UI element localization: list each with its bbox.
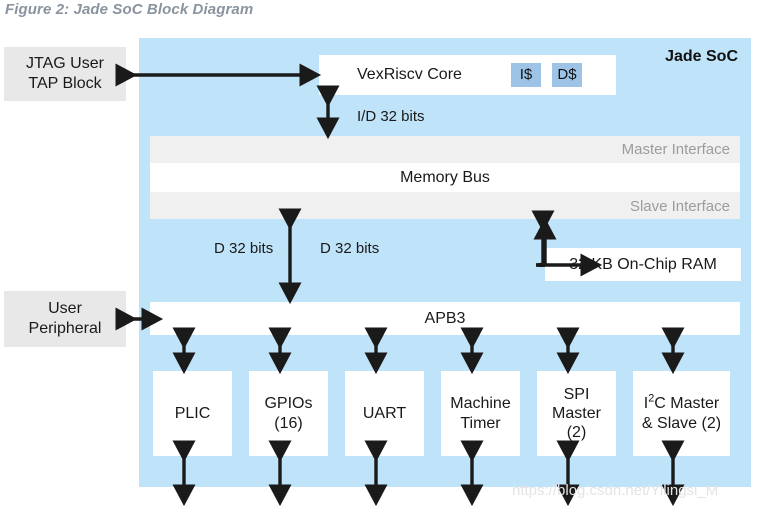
spi-line-1: SPI	[563, 385, 590, 403]
jtag-line-2: TAP Block	[28, 75, 102, 92]
machine-timer-line-2: Timer	[460, 414, 501, 432]
block-apb3: APB3	[150, 302, 740, 335]
soc-title-label: Jade SoC	[665, 48, 738, 65]
label-bus-to-apb3: D 32 bits	[214, 240, 274, 257]
block-uart: UART	[345, 371, 424, 456]
i2c-line-1: I2C Master	[643, 392, 720, 413]
bus-slave-interface-label: Slave Interface	[629, 198, 730, 215]
block-onchip-ram: 32 KB On-Chip RAM	[545, 248, 741, 281]
block-machine-timer: Machine Timer	[441, 371, 520, 456]
plic-line-1: PLIC	[174, 404, 211, 422]
block-vexriscv-core: VexRiscv Core I$ D$	[319, 55, 616, 95]
soc-container: Jade SoC VexRiscv Core I$ D$ Master Inte…	[139, 38, 751, 487]
dcache-box: D$	[552, 63, 582, 87]
label-core-to-bus: I/D 32 bits	[357, 108, 425, 125]
block-user-peripheral: User Peripheral	[4, 291, 126, 347]
spi-line-3: (2)	[566, 424, 587, 442]
figure-canvas: Figure 2: Jade SoC Block Diagram JTAG Us…	[0, 0, 766, 511]
watermark-text: https://blog.csdn.net/Yilingsi_M	[512, 482, 719, 499]
bus-center-label: Memory Bus	[150, 163, 740, 192]
block-spi-master: SPI Master (2)	[537, 371, 616, 456]
block-jtag-user-tap: JTAG User TAP Block	[4, 47, 126, 101]
core-label: VexRiscv Core	[357, 66, 462, 84]
block-memory-bus: Master Interface Memory Bus Slave Interf…	[150, 136, 740, 219]
icache-box: I$	[511, 63, 541, 87]
user-peripheral-line-2: Peripheral	[28, 320, 102, 337]
figure-title: Figure 2: Jade SoC Block Diagram	[5, 1, 254, 18]
user-peripheral-line-1: User	[48, 300, 82, 317]
uart-line-1: UART	[362, 404, 407, 422]
gpios-line-1: GPIOs	[264, 395, 313, 413]
spi-line-2: Master	[552, 404, 601, 422]
i2c-line-2: & Slave (2)	[641, 414, 722, 432]
gpios-line-2: (16)	[274, 414, 303, 432]
block-plic: PLIC	[153, 371, 232, 456]
block-i2c-master-slave: I2C Master & Slave (2)	[633, 371, 730, 456]
jtag-line-1: JTAG User	[26, 55, 104, 72]
bus-master-interface-label: Master Interface	[621, 141, 730, 158]
block-gpios: GPIOs (16)	[249, 371, 328, 456]
label-bus-to-ram: D 32 bits	[320, 240, 380, 257]
machine-timer-line-1: Machine	[450, 395, 511, 413]
